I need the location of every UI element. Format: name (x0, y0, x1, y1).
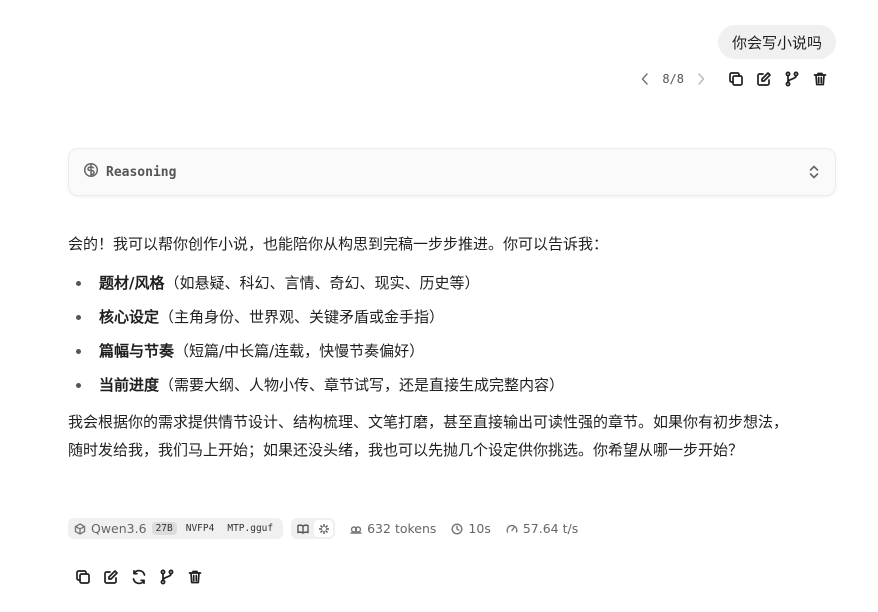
edit-icon[interactable] (750, 69, 778, 89)
user-message-actions: 8/8 (638, 69, 834, 89)
bullet (76, 348, 81, 354)
bullet (76, 314, 81, 320)
branch-icon[interactable] (778, 69, 806, 89)
clock-icon (451, 522, 463, 535)
model-chip[interactable]: Qwen3.6 27B NVFP4 MTP.gguf (68, 518, 284, 539)
tokens-icon (350, 525, 362, 534)
model-size-tag: 27B (151, 522, 177, 535)
answer-list: 题材/风格 （如悬疑、科幻、言情、奇幻、现实、历史等） 核心设定 （主角身份、世界观… (68, 266, 838, 402)
file-tag: MTP.gguf (223, 522, 278, 535)
list-item-desc: （主角身份、世界观、关键矛盾或金手指） (159, 308, 445, 326)
list-item-term: 当前进度 (99, 376, 160, 394)
list-item: 篇幅与节奏 （短篇/中长篇/连载，快慢节奏偏好） (68, 334, 838, 368)
trash-icon[interactable] (181, 567, 209, 587)
generation-stats: Qwen3.6 27B NVFP4 MTP.gguf 632 tokens 10… (68, 518, 578, 539)
answer-outro-line2: 随时发给我，我们马上开始；如果还没头绪，我也可以先抛几个设定供你挑选。你希望从哪… (68, 441, 744, 459)
answer-outro: 我会根据你的需求提供情节设计、结构梳理、文笔打磨，甚至直接输出可读性强的章节。如… (68, 408, 838, 464)
list-item-term: 篇幅与节奏 (99, 342, 175, 360)
list-item-term: 题材/风格 (99, 274, 165, 292)
quant-tag: NVFP4 (181, 522, 219, 535)
list-item-desc: （短篇/中长篇/连载，快慢节奏偏好） (174, 342, 425, 360)
list-item: 题材/风格 （如悬疑、科幻、言情、奇幻、现实、历史等） (68, 266, 838, 300)
reasoning-label: Reasoning (106, 164, 177, 180)
edit-icon[interactable] (97, 567, 125, 587)
copy-icon[interactable] (69, 567, 97, 587)
assistant-message-actions (69, 566, 209, 588)
chevron-up-down-icon[interactable] (807, 164, 821, 180)
gen-speed-text: 57.64 t/s (522, 521, 579, 536)
user-message-bubble: 你会写小说吗 (717, 25, 836, 59)
copy-icon[interactable] (722, 69, 750, 89)
user-message-text: 你会写小说吗 (731, 33, 822, 52)
view-toggle-group (291, 518, 336, 539)
answer-outro-line1: 我会根据你的需求提供情节设计、结构梳理、文笔打磨，甚至直接输出可读性强的章节。如… (68, 413, 789, 431)
list-item-desc: （如悬疑、科幻、言情、奇幻、现实、历史等） (164, 274, 480, 292)
branch-icon[interactable] (153, 567, 181, 587)
refresh-icon[interactable] (125, 567, 153, 587)
brain-icon (83, 162, 99, 182)
list-item: 核心设定 （主角身份、世界观、关键矛盾或金手指） (68, 300, 838, 334)
gen-speed: 57.64 t/s (506, 521, 578, 536)
gauge-icon (506, 524, 518, 533)
pager-count: 8/8 (662, 72, 684, 86)
cube-icon (74, 522, 86, 535)
list-item-term: 核心设定 (99, 308, 160, 326)
book-icon[interactable] (293, 520, 312, 537)
trash-icon[interactable] (806, 69, 834, 89)
chevron-right-icon[interactable] (694, 72, 708, 86)
list-item-desc: （需要大纲、人物小传、章节试写，还是直接生成完整内容） (159, 376, 565, 394)
bullet (76, 280, 81, 286)
model-name: Qwen3.6 (91, 521, 147, 536)
list-item: 当前进度 （需要大纲、人物小传、章节试写，还是直接生成完整内容） (68, 368, 838, 402)
token-count: 632 tokens (350, 521, 436, 536)
sparkle-icon[interactable] (314, 520, 334, 537)
reasoning-toggle[interactable]: Reasoning (68, 148, 836, 196)
branch-pager: 8/8 (638, 72, 708, 86)
chevron-left-icon[interactable] (638, 72, 652, 86)
assistant-message: 会的！我可以帮你创作小说，也能陪你从构思到完稿一步步推进。你可以告诉我： 题材/… (68, 230, 838, 464)
answer-intro: 会的！我可以帮你创作小说，也能陪你从构思到完稿一步步推进。你可以告诉我： (68, 235, 609, 253)
gen-time-text: 10s (468, 521, 491, 536)
bullet (76, 382, 81, 388)
token-count-text: 632 tokens (367, 521, 437, 536)
gen-time: 10s (451, 521, 491, 536)
